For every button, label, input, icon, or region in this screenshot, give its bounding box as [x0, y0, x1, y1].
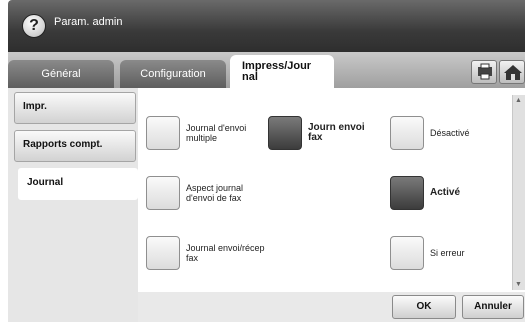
- tab-general[interactable]: Général: [8, 60, 114, 88]
- radio-desactive[interactable]: [390, 116, 424, 150]
- option-si-erreur[interactable]: Si erreur: [390, 236, 490, 270]
- checkbox-journal-envoi-recep[interactable]: [146, 236, 180, 270]
- radio-si-erreur[interactable]: [390, 236, 424, 270]
- sidebar-item-journal[interactable]: Journal: [18, 168, 138, 200]
- checkbox-journal-envoi-multiple[interactable]: [146, 116, 180, 150]
- printer-job-icon[interactable]: [471, 60, 497, 84]
- checkbox-aspect-journal[interactable]: [146, 176, 180, 210]
- sidebar-item-rapports-compt[interactable]: Rapports compt.: [14, 130, 136, 162]
- page-title: Param. admin: [54, 16, 123, 28]
- radio-active[interactable]: [390, 176, 424, 210]
- option-journal-envoi-recep-fax[interactable]: Journal envoi/récep fax: [146, 236, 266, 270]
- option-journal-envoi-multiple[interactable]: Journal d'envoi multiple: [146, 116, 258, 150]
- scroll-down-icon[interactable]: ▼: [515, 281, 522, 288]
- tab-impress-journal[interactable]: Impress/Jour nal: [230, 55, 334, 88]
- sidebar-item-impr[interactable]: Impr.: [14, 92, 136, 124]
- journal-options-panel: Journal d'envoi multiple Journ envoi fax…: [138, 88, 514, 322]
- option-desactive[interactable]: Désactivé: [390, 116, 490, 150]
- home-icon[interactable]: [499, 60, 525, 84]
- scrollbar[interactable]: ▲ ▼: [512, 95, 525, 290]
- option-aspect-journal-envoi-fax[interactable]: Aspect journal d'envoi de fax: [146, 176, 266, 210]
- checkbox-journ-envoi-fax[interactable]: [268, 116, 302, 150]
- tab-bar: Général Configuration Impress/Jour nal: [8, 52, 525, 88]
- help-icon[interactable]: ?: [22, 14, 46, 38]
- option-active[interactable]: Activé: [390, 176, 490, 210]
- option-journ-envoi-fax[interactable]: Journ envoi fax: [268, 116, 368, 150]
- footer-bar: OK Annuler: [138, 292, 525, 322]
- title-bar: ? Param. admin: [8, 0, 525, 52]
- ok-button[interactable]: OK: [392, 295, 456, 319]
- sidebar: Impr. Rapports compt. Journal: [8, 88, 138, 322]
- cancel-button[interactable]: Annuler: [462, 295, 524, 319]
- tab-configuration[interactable]: Configuration: [120, 60, 226, 88]
- scroll-up-icon[interactable]: ▲: [515, 97, 522, 104]
